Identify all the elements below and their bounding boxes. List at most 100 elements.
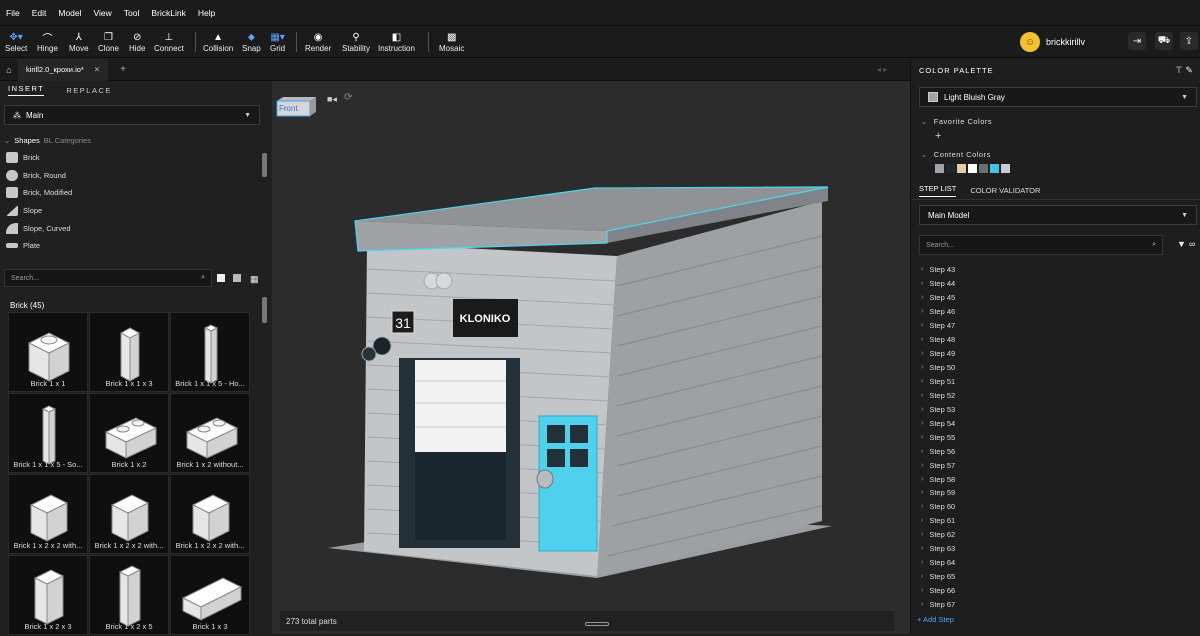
step-item[interactable]: › Step 44 — [911, 277, 1200, 291]
part-tile[interactable]: Brick 1 x 1 x 3 — [89, 312, 169, 392]
step-item[interactable]: › Step 43 — [911, 263, 1200, 277]
list-item[interactable]: Plate — [0, 237, 272, 255]
step-item[interactable]: › Step 53 — [911, 402, 1200, 416]
tab-replace[interactable]: REPLACE — [66, 86, 112, 95]
clone-tool-button[interactable]: ❐ Clone — [98, 30, 119, 54]
medium-view-icon[interactable] — [233, 274, 241, 282]
large-view-icon[interactable] — [217, 274, 225, 282]
tab-step-list[interactable]: STEP LIST — [919, 184, 957, 197]
part-tile[interactable]: Brick 1 x 1 x 5 - So... — [8, 393, 88, 473]
list-item[interactable]: Brick — [0, 149, 272, 167]
step-item[interactable]: › Step 57 — [911, 458, 1200, 472]
list-item[interactable]: Slope, Curved — [0, 219, 272, 237]
part-tile[interactable]: Brick 1 x 2 — [89, 393, 169, 473]
favorite-colors-header[interactable]: ⌄ Favorite Colors — [921, 117, 992, 126]
paint-icon[interactable]: ⊤ ✎ — [1175, 65, 1193, 76]
menu-tool[interactable]: Tool — [124, 8, 140, 18]
content-colors-header[interactable]: ⌄ Content Colors — [921, 150, 991, 159]
select-tool-button[interactable]: ✥▾ Select — [5, 30, 27, 54]
menu-help[interactable]: Help — [198, 8, 215, 18]
color-swatch[interactable] — [957, 164, 966, 173]
color-swatch[interactable] — [979, 164, 988, 173]
category-select[interactable]: ⁂ Main ▼ — [4, 105, 260, 125]
color-swatch[interactable] — [968, 164, 977, 173]
collision-toggle[interactable]: ▲ Collision — [203, 30, 233, 54]
step-item[interactable]: › Step 63 — [911, 542, 1200, 556]
step-item[interactable]: › Step 62 — [911, 528, 1200, 542]
color-swatch[interactable] — [946, 164, 955, 173]
tab-bl-categories[interactable]: BL Categories — [44, 136, 91, 145]
tab-color-validator[interactable]: COLOR VALIDATOR — [970, 186, 1040, 195]
step-item[interactable]: › Step 54 — [911, 416, 1200, 430]
part-tile[interactable]: Brick 1 x 2 x 2 with... — [89, 474, 169, 554]
tab-document[interactable]: kirill2.0_крохи.io* ✕ — [18, 58, 109, 81]
step-item[interactable]: › Step 64 — [911, 556, 1200, 570]
step-item[interactable]: › Step 49 — [911, 347, 1200, 361]
add-favorite-color-button[interactable]: + — [935, 130, 941, 142]
step-item[interactable]: › Step 66 — [911, 584, 1200, 598]
step-item[interactable]: › Step 58 — [911, 472, 1200, 486]
part-tile[interactable]: Brick 1 x 2 x 3 — [8, 555, 88, 635]
menu-view[interactable]: View — [94, 8, 112, 18]
snap-toggle[interactable]: ⬥ Snap — [242, 30, 261, 54]
move-tool-button[interactable]: ⅄ Move — [69, 30, 89, 54]
grid-toggle[interactable]: ▦▾ Grid — [270, 30, 285, 54]
part-tile[interactable]: Brick 1 x 2 x 5 — [89, 555, 169, 635]
view-options-icon[interactable]: ∞ — [1189, 239, 1195, 249]
step-item[interactable]: › Step 46 — [911, 305, 1200, 319]
menu-edit[interactable]: Edit — [32, 8, 47, 18]
step-item[interactable]: › Step 65 — [911, 570, 1200, 584]
list-item[interactable]: Brick, Modified — [0, 184, 272, 202]
logout-icon[interactable]: ⇥ — [1128, 32, 1146, 50]
part-grid-scrollbar[interactable] — [262, 297, 267, 323]
step-search-input[interactable]: Search... ⌕ — [919, 235, 1163, 255]
part-tile[interactable]: Brick 1 x 3 — [170, 555, 250, 635]
part-tile[interactable]: Brick 1 x 2 without... — [170, 393, 250, 473]
part-search-input[interactable]: Search... ⌕ — [4, 269, 212, 287]
cart-icon[interactable]: ⛟ — [1155, 32, 1173, 50]
step-item[interactable]: › Step 56 — [911, 444, 1200, 458]
filter-icon[interactable]: ▼ — [1177, 239, 1186, 249]
menu-file[interactable]: File — [6, 8, 20, 18]
color-swatch[interactable] — [935, 164, 944, 173]
instruction-button[interactable]: ◧ Instruction — [378, 30, 415, 54]
stability-button[interactable]: ⚲ Stability — [342, 30, 370, 54]
grid-view-icon[interactable]: ▦ — [250, 274, 259, 285]
tab-shapes[interactable]: Shapes — [14, 136, 39, 145]
camera-icon[interactable]: ■◂ — [327, 94, 337, 105]
connect-tool-button[interactable]: ⊥ Connect — [154, 30, 184, 54]
step-item[interactable]: › Step 51 — [911, 375, 1200, 389]
hide-tool-button[interactable]: ⊘ Hide — [129, 30, 145, 54]
step-item[interactable]: › Step 67 — [911, 598, 1200, 612]
list-item[interactable]: Slope — [0, 202, 272, 220]
step-item[interactable]: › Step 55 — [911, 430, 1200, 444]
step-item[interactable]: › Step 47 — [911, 319, 1200, 333]
step-item[interactable]: › Step 59 — [911, 486, 1200, 500]
close-icon[interactable]: ✕ — [94, 65, 100, 74]
model-canvas[interactable]: 31 KLONIKO — [272, 81, 910, 634]
list-item[interactable]: Brick, Round — [0, 167, 272, 185]
part-tile[interactable]: Brick 1 x 2 x 2 with... — [8, 474, 88, 554]
color-select[interactable]: Light Bluish Gray ▼ — [919, 87, 1197, 107]
user-profile[interactable]: ☺ brickkirillv — [1020, 32, 1085, 52]
search-icon[interactable]: ⌕ — [1152, 241, 1156, 249]
hinge-tool-button[interactable]: ⌒ Hinge — [37, 30, 58, 54]
add-step-button[interactable]: + Add Step — [917, 615, 954, 624]
part-tile[interactable]: Brick 1 x 2 x 2 with... — [170, 474, 250, 554]
part-tile[interactable]: Brick 1 x 1 x 5 - Ho... — [170, 312, 250, 392]
panel-handle[interactable] — [585, 622, 609, 626]
upload-icon[interactable]: ⇪ — [1180, 32, 1198, 50]
step-item[interactable]: › Step 48 — [911, 333, 1200, 347]
model-select[interactable]: Main Model ▼ — [919, 205, 1197, 225]
panel-collapse-icon[interactable]: ◂ ▸ — [877, 65, 887, 74]
add-tab-button[interactable]: + — [120, 64, 126, 75]
step-item[interactable]: › Step 52 — [911, 388, 1200, 402]
menu-bricklink[interactable]: BrickLink — [151, 8, 185, 18]
shape-list-scrollbar[interactable] — [262, 153, 267, 177]
step-item[interactable]: › Step 45 — [911, 291, 1200, 305]
step-item[interactable]: › Step 50 — [911, 361, 1200, 375]
render-button[interactable]: ◉ Render — [305, 30, 331, 54]
rotate-icon[interactable]: ⟳ — [344, 92, 352, 103]
step-item[interactable]: › Step 61 — [911, 514, 1200, 528]
color-swatch[interactable] — [1001, 164, 1010, 173]
